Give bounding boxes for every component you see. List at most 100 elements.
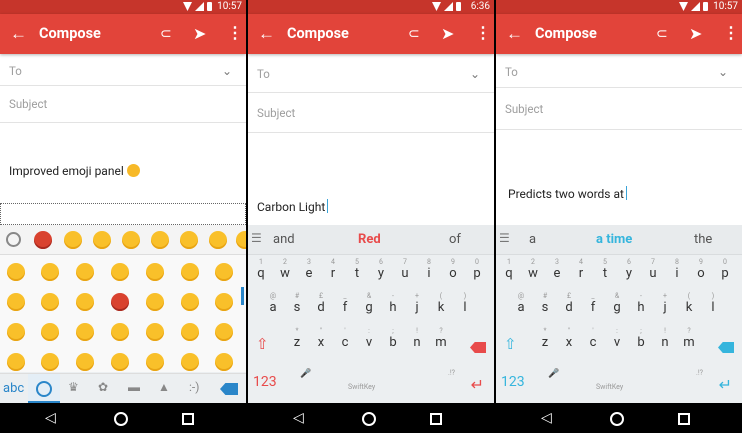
emoji-item[interactable] — [41, 293, 59, 311]
key-g[interactable]: & g — [358, 292, 380, 315]
smile-emoji-icon[interactable] — [236, 231, 246, 249]
enter-icon[interactable]: ↵ — [471, 375, 484, 394]
attach-icon[interactable]: ⊂ — [160, 26, 172, 42]
emoji-item[interactable] — [111, 323, 129, 341]
car-category-icon[interactable]: ▬ — [128, 380, 140, 394]
numbers-key[interactable]: 123 — [253, 374, 277, 390]
key-y[interactable]: 6y — [370, 258, 392, 281]
smiley-category-icon[interactable] — [36, 381, 52, 397]
key-g[interactable]: & g — [606, 292, 628, 315]
smile-emoji-icon[interactable] — [151, 231, 169, 249]
key-j[interactable]: + j — [654, 292, 676, 315]
key-i[interactable]: 8i — [418, 258, 440, 281]
key-n[interactable]: ! n — [406, 327, 428, 350]
key-k[interactable]: (k — [430, 292, 452, 315]
crown-category-icon[interactable]: ♛ — [68, 380, 79, 394]
key-t[interactable]: 5t — [594, 258, 616, 281]
abc-button[interactable]: abc — [3, 381, 24, 396]
smile-emoji-icon[interactable] — [209, 231, 227, 249]
emoji-item[interactable] — [146, 263, 164, 281]
key-l[interactable]: ) l — [454, 292, 476, 315]
key-a[interactable]: @ a — [510, 292, 532, 315]
emoji-item[interactable] — [76, 293, 94, 311]
angel-emoji-icon[interactable] — [64, 231, 82, 249]
key-j[interactable]: + j — [406, 292, 428, 315]
delete-icon[interactable] — [220, 383, 238, 395]
key-u[interactable]: 7u — [394, 258, 416, 281]
send-icon[interactable]: ➤ — [689, 24, 702, 43]
prediction-right[interactable]: the — [694, 232, 712, 247]
emoji-item[interactable] — [146, 353, 164, 371]
emoji-item[interactable] — [146, 293, 164, 311]
key-s[interactable]: # s — [286, 292, 308, 315]
key-w[interactable]: 2w — [522, 258, 544, 281]
more-icon[interactable]: ⋮ — [723, 23, 739, 42]
attach-icon[interactable]: ⊂ — [408, 26, 420, 42]
more-icon[interactable]: ⋮ — [227, 23, 243, 42]
key-m[interactable]: ? m — [678, 327, 700, 350]
key-r[interactable]: 4r — [570, 258, 592, 281]
nav-recents-icon[interactable] — [182, 413, 194, 425]
key-z[interactable]: * z — [286, 327, 308, 350]
emoji-item[interactable] — [215, 323, 233, 341]
emoji-item[interactable] — [111, 263, 129, 281]
compose-body[interactable]: Improved emoji panel — [9, 164, 140, 178]
send-icon[interactable]: ➤ — [193, 24, 206, 43]
menu-icon[interactable]: ☰ — [499, 231, 510, 245]
emoji-item[interactable] — [7, 323, 25, 341]
emoji-item[interactable] — [41, 263, 59, 281]
emoji-item[interactable] — [41, 353, 59, 371]
key-f[interactable]: _ f — [582, 292, 604, 315]
key-c[interactable]: ' c — [582, 327, 604, 350]
nav-home-icon[interactable] — [362, 412, 376, 426]
key-w[interactable]: 2w — [274, 258, 296, 281]
emoji-item[interactable] — [76, 323, 94, 341]
emoji-item[interactable] — [215, 353, 233, 371]
key-p[interactable]: 0p — [466, 258, 488, 281]
key-h[interactable]: -h — [382, 292, 404, 315]
emoji-item[interactable] — [76, 263, 94, 281]
to-field[interactable]: To ⌄ — [0, 56, 246, 86]
nav-home-icon[interactable] — [610, 412, 624, 426]
subject-field[interactable]: Subject — [248, 93, 494, 133]
enter-icon[interactable]: ↵ — [719, 375, 732, 394]
key-o[interactable]: 9o — [442, 258, 464, 281]
key-t[interactable]: 5t — [346, 258, 368, 281]
subject-field[interactable]: Subject — [496, 88, 742, 130]
chevron-down-icon[interactable]: ⌄ — [718, 56, 728, 88]
prediction-left[interactable]: and — [273, 232, 295, 247]
key-u[interactable]: 7u — [642, 258, 664, 281]
key-q[interactable]: 1q — [498, 258, 520, 281]
emoji-item[interactable] — [111, 293, 129, 311]
backspace-icon[interactable] — [470, 342, 486, 353]
key-b[interactable]: ; b — [630, 327, 652, 350]
key-z[interactable]: * z — [534, 327, 556, 350]
symbol-category-icon[interactable]: ▲ — [158, 380, 170, 394]
key-r[interactable]: 4r — [322, 258, 344, 281]
smile-emoji-icon[interactable] — [122, 231, 140, 249]
key-n[interactable]: ! n — [654, 327, 676, 350]
shift-icon[interactable]: ⇧ — [504, 335, 517, 353]
key-x[interactable]: " x — [310, 327, 332, 350]
numbers-key[interactable]: 123 — [501, 374, 525, 390]
prediction-left[interactable]: a — [529, 232, 536, 247]
to-field[interactable]: To ⌄ — [248, 56, 494, 93]
chevron-down-icon[interactable]: ⌄ — [222, 56, 232, 86]
nav-recents-icon[interactable] — [678, 413, 690, 425]
nav-back-icon[interactable]: ◁ — [293, 410, 304, 426]
send-icon[interactable]: ➤ — [441, 24, 454, 43]
mic-icon[interactable]: 🎤 — [548, 369, 559, 379]
to-field[interactable]: To ⌄ — [496, 56, 742, 88]
prediction-right[interactable]: of — [449, 232, 461, 247]
key-p[interactable]: 0p — [714, 258, 736, 281]
recent-clock-icon[interactable] — [6, 232, 21, 247]
key-k[interactable]: (k — [678, 292, 700, 315]
compose-body[interactable]: Predicts two words at — [508, 186, 627, 201]
nav-back-icon[interactable]: ◁ — [541, 410, 552, 426]
prediction-center[interactable]: a time — [596, 232, 632, 247]
key-e[interactable]: 3e — [298, 258, 320, 281]
key-m[interactable]: ? m — [430, 327, 452, 350]
mic-icon[interactable]: 🎤 — [300, 369, 311, 379]
emoticon-category-icon[interactable]: :-) — [189, 380, 199, 394]
key-x[interactable]: " x — [558, 327, 580, 350]
